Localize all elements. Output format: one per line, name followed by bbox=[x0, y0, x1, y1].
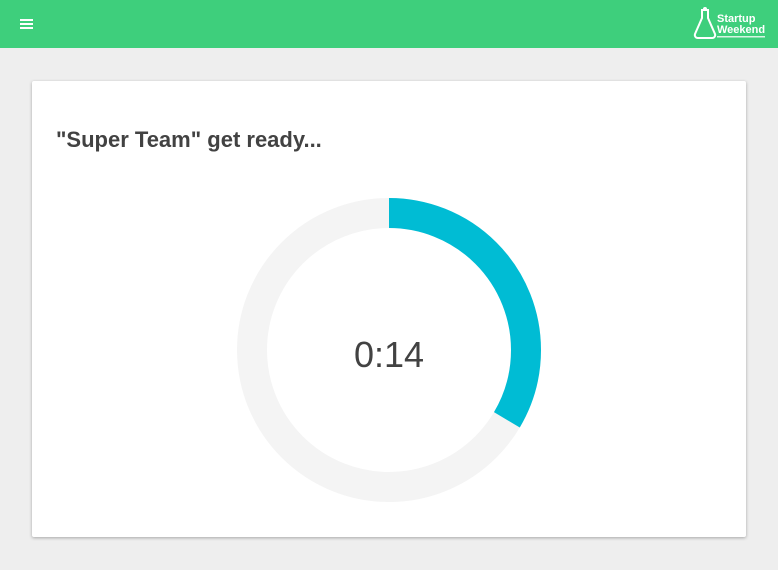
countdown-time: 0:14 bbox=[353, 334, 425, 375]
hamburger-menu-icon[interactable] bbox=[19, 17, 35, 31]
top-app-bar: Startup Weekend bbox=[0, 0, 778, 48]
svg-text:Weekend: Weekend bbox=[717, 24, 765, 36]
timer-card: "Super Team" get ready... 0:14 bbox=[32, 81, 746, 537]
card-title: "Super Team" get ready... bbox=[56, 127, 322, 152]
startup-weekend-logo: Startup Weekend bbox=[693, 7, 765, 39]
